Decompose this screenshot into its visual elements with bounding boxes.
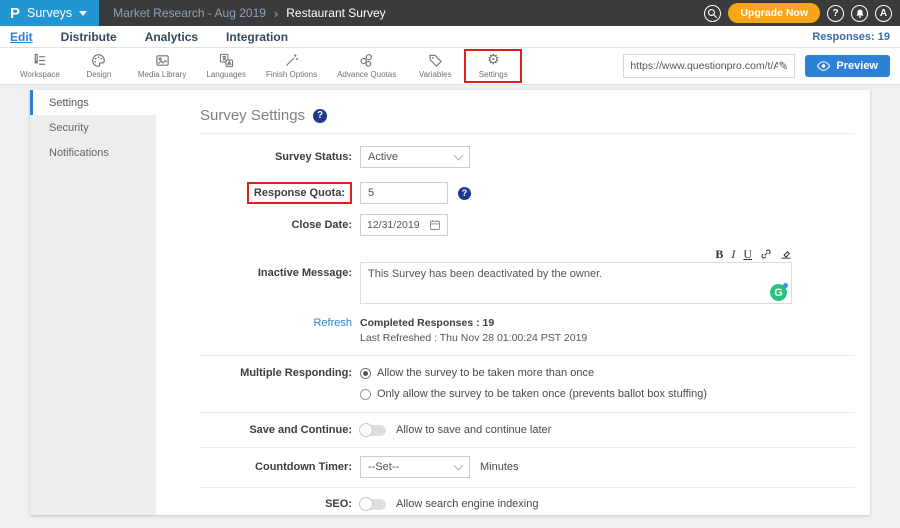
chevron-down-icon [454, 151, 464, 161]
search-icon [707, 8, 718, 19]
response-quota-help-icon[interactable]: ? [458, 187, 471, 200]
calendar-icon [429, 219, 441, 231]
toolbar-design[interactable]: Design [70, 49, 128, 83]
preview-button[interactable]: Preview [805, 55, 890, 77]
edit-toolbar: Workspace Design Media Library Languages [0, 48, 900, 85]
breadcrumb: Market Research - Aug 2019 › Restaurant … [113, 6, 385, 21]
content-area: Settings Security Notifications Survey S… [0, 85, 900, 515]
completed-responses-text: Completed Responses : 19 [360, 317, 587, 329]
breadcrumb-survey-folder[interactable]: Market Research - Aug 2019 [113, 6, 266, 20]
underline-button[interactable]: U [743, 248, 752, 260]
radio-multiple-allowed-label: Allow the survey to be taken more than o… [377, 367, 594, 379]
top-navbar: P Surveys Market Research - Aug 2019 › R… [0, 0, 900, 26]
last-refreshed-text: Last Refreshed : Thu Nov 28 01:00:24 PST… [360, 332, 587, 344]
search-button[interactable] [704, 5, 721, 22]
settings-card: Settings Security Notifications Survey S… [30, 90, 870, 515]
divider [200, 520, 855, 521]
save-and-continue-toggle[interactable] [360, 425, 386, 436]
survey-url-input[interactable] [630, 60, 778, 72]
upgrade-now-button[interactable]: Upgrade Now [728, 3, 820, 23]
italic-button[interactable]: I [731, 248, 735, 260]
eye-icon [817, 61, 830, 71]
settings-sidebar: Settings Security Notifications [30, 90, 156, 515]
survey-status-label: Survey Status: [200, 151, 352, 163]
toolbar-workspace[interactable]: Workspace [10, 49, 70, 83]
save-and-continue-label: Save and Continue: [200, 424, 352, 436]
survey-url-field: ✎ [623, 54, 795, 78]
responses-count[interactable]: Responses: 19 [812, 31, 890, 43]
links-icon [359, 53, 374, 68]
tab-edit[interactable]: Edit [10, 30, 33, 44]
response-quota-input[interactable] [360, 182, 448, 204]
sidebar-item-settings[interactable]: Settings [30, 90, 156, 115]
close-date-label: Close Date: [200, 219, 352, 231]
survey-status-select[interactable]: Active [360, 146, 470, 168]
divider [200, 355, 855, 356]
chevron-down-icon [454, 461, 464, 471]
survey-settings-help-icon[interactable]: ? [313, 109, 327, 123]
countdown-timer-label: Countdown Timer: [200, 461, 352, 473]
remove-format-button[interactable] [780, 248, 792, 260]
save-and-continue-description: Allow to save and continue later [396, 424, 551, 436]
grammarly-icon[interactable]: G [770, 284, 787, 301]
translate-icon [219, 53, 234, 68]
tab-integration[interactable]: Integration [226, 30, 288, 44]
radio-once-only[interactable] [360, 389, 371, 400]
remove-format-icon [780, 248, 792, 260]
bell-icon [855, 8, 865, 19]
chevron-down-icon [79, 11, 87, 16]
multiple-responding-label: Multiple Responding: [200, 367, 352, 379]
rich-text-toolbar: B I U [360, 246, 792, 260]
inactive-message-label: Inactive Message: [200, 262, 352, 279]
toolbar-advance-quotas[interactable]: Advance Quotas [327, 49, 406, 83]
image-icon [155, 53, 170, 68]
toolbar-finish-options[interactable]: Finish Options [256, 49, 327, 83]
page-title: Survey Settings [200, 107, 305, 124]
workspace-icon [32, 53, 47, 68]
toolbar-variables[interactable]: Variables [406, 49, 464, 83]
palette-icon [91, 53, 106, 68]
divider [200, 447, 855, 448]
questionpro-logo: P [10, 6, 20, 21]
countdown-timer-suffix: Minutes [480, 461, 519, 473]
response-quota-label: Response Quota: [247, 182, 352, 204]
divider [200, 412, 855, 413]
close-date-input[interactable] [367, 219, 425, 231]
countdown-timer-select[interactable]: --Set-- [360, 456, 470, 478]
breadcrumb-current-survey: Restaurant Survey [286, 6, 385, 20]
notifications-button[interactable] [851, 5, 868, 22]
sidebar-item-security[interactable]: Security [30, 115, 156, 140]
gear-icon: ⚙ [487, 53, 500, 68]
tag-icon [428, 53, 443, 68]
survey-subnav: Edit Distribute Analytics Integration Re… [0, 26, 900, 48]
magic-wand-icon [284, 53, 299, 68]
close-date-field[interactable] [360, 214, 448, 236]
breadcrumb-separator: › [274, 6, 278, 21]
link-icon [760, 248, 772, 260]
inactive-message-textarea[interactable]: This Survey has been deactivated by the … [360, 262, 792, 304]
radio-multiple-allowed[interactable] [360, 368, 371, 379]
toolbar-languages[interactable]: Languages [196, 49, 256, 83]
toolbar-settings[interactable]: ⚙ Settings [464, 49, 522, 83]
divider [200, 487, 855, 488]
seo-label: SEO: [200, 498, 352, 510]
tab-analytics[interactable]: Analytics [145, 30, 198, 44]
divider [200, 133, 855, 134]
surveys-menu-label: Surveys [27, 6, 72, 20]
refresh-link[interactable]: Refresh [313, 317, 352, 329]
settings-main: Survey Settings ? Survey Status: Active … [156, 90, 870, 515]
seo-description: Allow search engine indexing [396, 498, 538, 510]
toolbar-media-library[interactable]: Media Library [128, 49, 196, 83]
user-avatar[interactable]: A [875, 5, 892, 22]
sidebar-item-notifications[interactable]: Notifications [30, 140, 156, 165]
radio-once-only-label: Only allow the survey to be taken once (… [377, 388, 707, 400]
link-button[interactable] [760, 248, 772, 260]
bold-button[interactable]: B [715, 248, 723, 260]
tab-distribute[interactable]: Distribute [61, 30, 117, 44]
seo-toggle[interactable] [360, 499, 386, 510]
surveys-menu[interactable]: P Surveys [0, 0, 99, 26]
help-button[interactable]: ? [827, 5, 844, 22]
edit-url-icon[interactable]: ✎ [778, 59, 788, 73]
